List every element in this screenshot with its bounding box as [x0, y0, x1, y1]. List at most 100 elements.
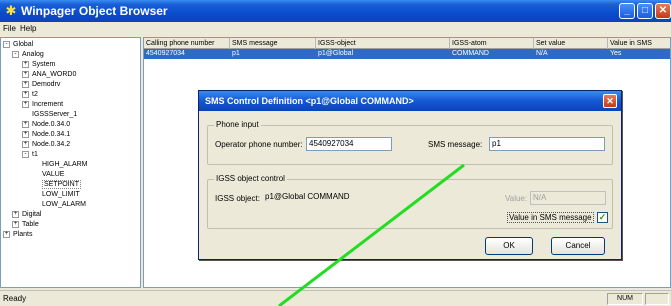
cell-set-value: N/A [536, 50, 548, 57]
operator-phone-label: Operator phone number: [215, 140, 303, 149]
tree-item[interactable]: + Increment [22, 100, 63, 110]
tree-item[interactable]: + Node.0.34.0 [22, 120, 70, 130]
column-header[interactable]: Set value [534, 38, 608, 49]
cell-sms: p1 [232, 50, 240, 57]
tree-item[interactable]: + Table [12, 220, 39, 230]
tree-item-label: Demodrv [32, 81, 61, 88]
status-text: Ready [3, 294, 27, 303]
cancel-button[interactable]: Cancel [551, 237, 605, 255]
tree-expander[interactable]: + [22, 60, 29, 68]
menu-file[interactable]: File [3, 23, 16, 34]
tree-expander[interactable]: + [22, 140, 29, 148]
tree-item[interactable]: - t1 [22, 150, 38, 160]
group-title: IGSS object control [214, 174, 287, 184]
tree-expander[interactable]: + [22, 120, 29, 128]
dialog-title: SMS Control Definition <p1@Global COMMAN… [205, 96, 414, 106]
tree-expander[interactable]: + [22, 70, 29, 78]
tree-expander[interactable]: + [22, 90, 29, 98]
num-lock-indicator: NUM [607, 293, 643, 305]
tree-expander[interactable]: + [22, 130, 29, 138]
operator-phone-input[interactable]: 4540927034 [306, 137, 392, 151]
tree-expander[interactable]: + [22, 100, 29, 108]
tree-item[interactable]: + t2 [22, 90, 38, 100]
tree-item[interactable]: - Analog [12, 50, 44, 60]
window-title: Winpager Object Browser [21, 4, 168, 18]
minimize-button[interactable]: _ [619, 3, 635, 19]
tree-item-label: System [32, 61, 56, 68]
tree-item-label: Plants [13, 231, 33, 238]
tree-item[interactable]: LOW_LIMIT [42, 190, 80, 200]
tree-item-label: Digital [22, 211, 42, 218]
dialog-close-button[interactable]: ✕ [603, 94, 617, 108]
tree-item[interactable]: + Digital [12, 210, 41, 220]
sms-control-dialog: SMS Control Definition <p1@Global COMMAN… [198, 90, 622, 260]
column-header[interactable]: SMS message [230, 38, 316, 49]
tree-item[interactable]: + ANA_WORD0 [22, 70, 76, 80]
close-button[interactable]: ✕ [655, 3, 671, 19]
tree-item[interactable]: + Node.0.34.2 [22, 140, 70, 150]
tree-expander[interactable]: + [3, 230, 10, 238]
cell-atom: COMMAND [452, 50, 489, 57]
tree-expander[interactable]: - [12, 50, 19, 58]
value-in-sms-checkbox[interactable]: ✓ [597, 212, 608, 223]
phone-input-group: Phone input Operator phone number: 45409… [207, 120, 613, 165]
tree-item[interactable]: HIGH_ALARM [42, 160, 88, 170]
value-in-sms-checkbox-label[interactable]: Value in SMS message [507, 212, 594, 223]
group-title: Phone input [214, 120, 261, 130]
tree-item-label: Node.0.34.2 [32, 141, 71, 148]
column-header[interactable]: Calling phone number [144, 38, 230, 49]
tree-item-label: LOW_LIMIT [42, 191, 80, 198]
tree-item[interactable]: IGSSServer_1 [32, 110, 77, 120]
value-label: Value: [505, 194, 528, 203]
column-header[interactable]: Value in SMS [608, 38, 670, 49]
menu-help[interactable]: Help [20, 23, 36, 34]
tree-expander[interactable]: - [3, 40, 10, 48]
tree-item-label: HIGH_ALARM [42, 161, 88, 168]
cell-phone: 4540927034 [146, 50, 185, 57]
column-header[interactable]: IGSS-object [316, 38, 450, 49]
sms-message-input[interactable]: p1 [489, 137, 605, 151]
tree-item[interactable]: + System [22, 60, 55, 70]
tree-item-label: Global [13, 41, 34, 48]
tree-item[interactable]: + Plants [3, 230, 32, 240]
tree-item[interactable]: LOW_ALARM [42, 200, 86, 210]
igss-object-value: p1@Global COMMAND [265, 192, 350, 201]
app-icon: ✱ [5, 3, 17, 18]
tree-item-selected[interactable]: SETPOINT [42, 180, 82, 190]
menu-bar: File Help [0, 22, 671, 35]
status-bar: Ready NUM [0, 290, 671, 306]
ok-button[interactable]: OK [485, 237, 533, 255]
maximize-button[interactable]: □ [637, 3, 653, 19]
main-window: ✱ Winpager Object Browser _ □ ✕ File Hel… [0, 0, 671, 306]
column-header[interactable]: IGSS-atom [450, 38, 534, 49]
tree-item[interactable]: VALUE [42, 170, 64, 180]
tree-item[interactable]: - Global [3, 40, 33, 50]
tree-item-label: t1 [32, 151, 38, 158]
igss-object-label: IGSS object: [215, 194, 260, 203]
title-bar[interactable]: ✱ Winpager Object Browser _ □ ✕ [0, 0, 671, 22]
table-row[interactable]: 4540927034 p1 p1@Global COMMAND N/A Yes [144, 49, 670, 59]
object-tree[interactable]: - Global - Analog + System + ANA_WORD0 + Demo… [0, 37, 141, 288]
tree-item-label: Table [22, 221, 39, 228]
tree-item[interactable]: + Demodrv [22, 80, 60, 90]
tree-expander[interactable]: + [22, 80, 29, 88]
tree-item-label: Increment [32, 101, 64, 108]
tree-expander[interactable]: - [22, 150, 29, 158]
tree-item-label: t2 [32, 91, 38, 98]
tree-item[interactable]: + Node.0.34.1 [22, 130, 70, 140]
value-input: N/A [530, 191, 606, 205]
tree-item-label: Node.0.34.0 [32, 121, 71, 128]
dialog-title-bar[interactable]: SMS Control Definition <p1@Global COMMAN… [199, 91, 621, 111]
tree-expander[interactable]: + [12, 220, 19, 228]
igss-object-control-group: IGSS object control IGSS object: p1@Glob… [207, 174, 613, 229]
tree-item-label: IGSSServer_1 [32, 111, 78, 118]
tree-item-label: ANA_WORD0 [32, 71, 77, 78]
tree-item-label: SETPOINT [42, 180, 82, 189]
status-pane [645, 293, 669, 305]
cell-object: p1@Global [318, 50, 354, 57]
cell-value-in-sms: Yes [610, 50, 622, 57]
tree-item-label: Analog [22, 51, 44, 58]
value-in-sms-label: Value in SMS message [507, 212, 594, 223]
tree-item-label: VALUE [42, 171, 65, 178]
tree-expander[interactable]: + [12, 210, 19, 218]
